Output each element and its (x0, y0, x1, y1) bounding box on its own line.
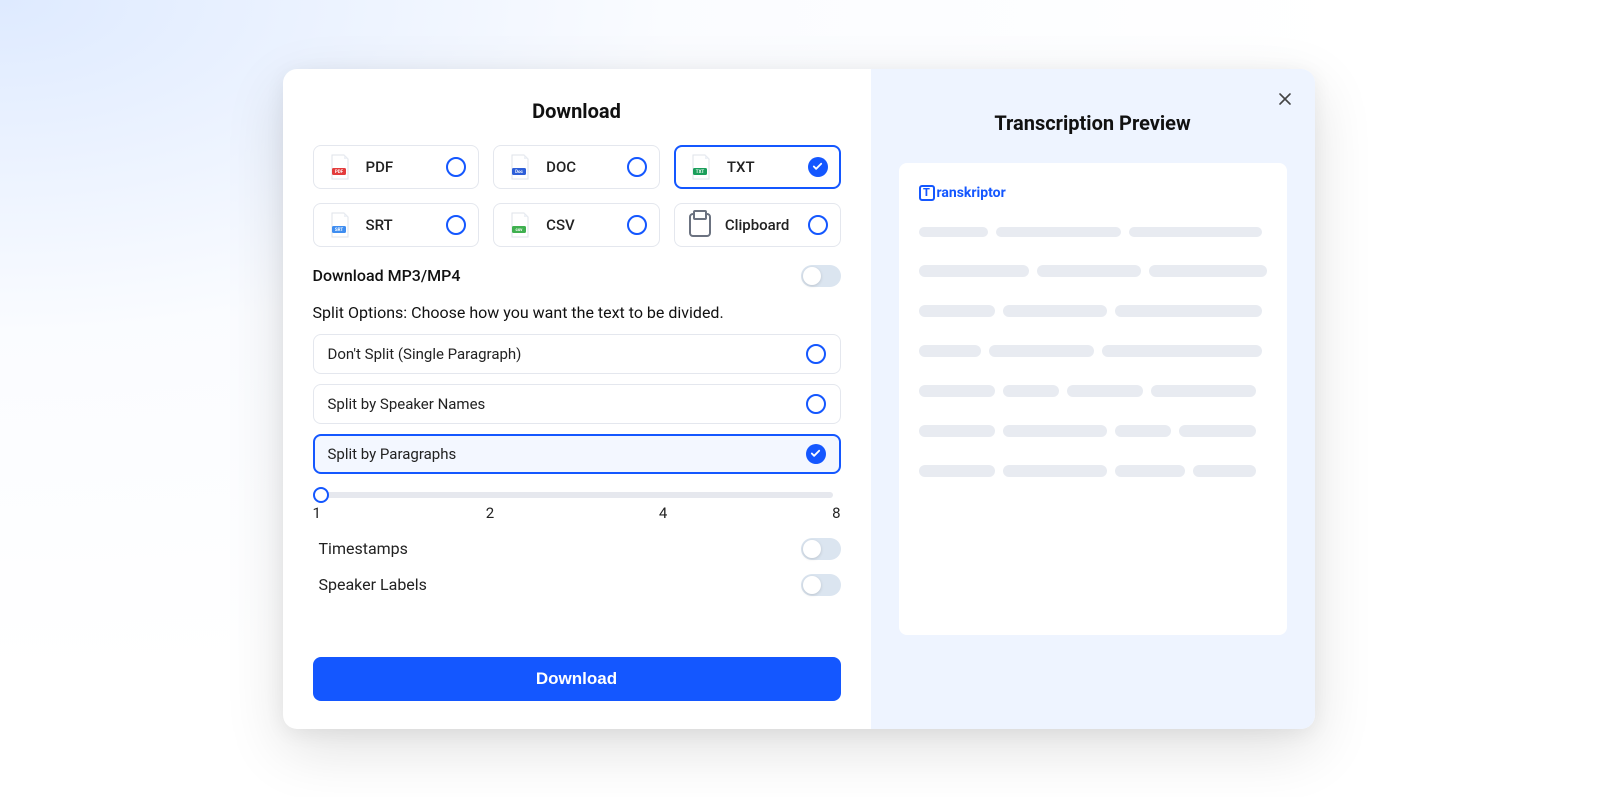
timestamps-toggle[interactable] (801, 538, 841, 560)
radio-unselected-icon (446, 157, 466, 177)
format-option-doc[interactable]: Doc DOC (493, 145, 660, 189)
svg-text:Doc: Doc (515, 169, 523, 175)
slider-mark: 8 (832, 504, 840, 522)
radio-unselected-icon (446, 215, 466, 235)
download-modal: Download PDF PDF Doc DOC TXT (283, 69, 1315, 729)
radio-unselected-icon (806, 344, 826, 364)
format-label: SRT (366, 216, 447, 234)
skeleton-row (919, 305, 1267, 317)
split-option-label: Split by Paragraphs (328, 445, 457, 463)
radio-unselected-icon (627, 215, 647, 235)
split-option-none[interactable]: Don't Split (Single Paragraph) (313, 334, 841, 374)
download-options-panel: Download PDF PDF Doc DOC TXT (283, 69, 871, 729)
radio-selected-icon (808, 157, 828, 177)
download-button[interactable]: Download (313, 657, 841, 701)
close-button[interactable] (1273, 87, 1297, 111)
csv-file-icon: csv (506, 211, 534, 239)
speaker-labels-row: Speaker Labels (319, 574, 841, 596)
clipboard-icon (689, 213, 711, 237)
format-label: PDF (366, 158, 447, 176)
skeleton-row (919, 345, 1267, 357)
close-icon (1277, 91, 1293, 107)
toggle-knob (803, 540, 821, 558)
format-option-srt[interactable]: SRT SRT (313, 203, 480, 247)
skeleton-row (919, 227, 1267, 237)
speaker-labels-label: Speaker Labels (319, 575, 427, 594)
split-option-label: Don't Split (Single Paragraph) (328, 345, 522, 363)
skeleton-row (919, 465, 1267, 477)
radio-unselected-icon (627, 157, 647, 177)
download-media-toggle[interactable] (801, 265, 841, 287)
format-label: Clipboard (725, 216, 808, 234)
brand-text: ranskriptor (937, 185, 1006, 201)
speaker-labels-toggle[interactable] (801, 574, 841, 596)
modal-title: Download (313, 99, 841, 123)
toggle-knob (803, 267, 821, 285)
timestamps-row: Timestamps (319, 538, 841, 560)
svg-text:SRT: SRT (334, 227, 343, 233)
txt-file-icon: TXT (687, 153, 715, 181)
brand-logo: T ranskriptor (919, 185, 1267, 201)
svg-text:PDF: PDF (334, 169, 343, 175)
format-label: DOC (546, 158, 627, 176)
download-media-label: Download MP3/MP4 (313, 266, 461, 285)
preview-document: T ranskriptor (899, 163, 1287, 635)
split-option-speaker[interactable]: Split by Speaker Names (313, 384, 841, 424)
split-section-label: Split Options: Choose how you want the t… (313, 303, 841, 322)
skeleton-row (919, 385, 1267, 397)
slider-thumb[interactable] (313, 487, 329, 503)
timestamps-label: Timestamps (319, 539, 408, 558)
srt-file-icon: SRT (326, 211, 354, 239)
brand-logo-icon: T (919, 185, 935, 201)
skeleton-row (919, 425, 1267, 437)
format-option-csv[interactable]: csv CSV (493, 203, 660, 247)
toggle-knob (803, 576, 821, 594)
paragraph-count-slider: 1 2 4 8 (313, 486, 841, 522)
slider-marks: 1 2 4 8 (313, 504, 841, 522)
format-option-clipboard[interactable]: Clipboard (674, 203, 841, 247)
format-label: CSV (546, 216, 627, 234)
slider-mark: 1 (313, 504, 321, 522)
radio-unselected-icon (808, 215, 828, 235)
format-option-pdf[interactable]: PDF PDF (313, 145, 480, 189)
preview-title: Transcription Preview (899, 111, 1287, 135)
radio-unselected-icon (806, 394, 826, 414)
download-media-row: Download MP3/MP4 (313, 265, 841, 287)
slider-track[interactable] (321, 492, 833, 498)
pdf-file-icon: PDF (326, 153, 354, 181)
split-option-label: Split by Speaker Names (328, 395, 486, 413)
preview-panel: Transcription Preview T ranskriptor (871, 69, 1315, 729)
slider-mark: 2 (486, 504, 494, 522)
skeleton-row (919, 265, 1267, 277)
svg-text:TXT: TXT (696, 169, 705, 175)
split-option-paragraph[interactable]: Split by Paragraphs (313, 434, 841, 474)
slider-mark: 4 (659, 504, 667, 522)
format-grid: PDF PDF Doc DOC TXT TXT (313, 145, 841, 247)
format-option-txt[interactable]: TXT TXT (674, 145, 841, 189)
doc-file-icon: Doc (506, 153, 534, 181)
radio-selected-icon (806, 444, 826, 464)
svg-text:csv: csv (516, 228, 524, 233)
format-label: TXT (727, 158, 808, 176)
